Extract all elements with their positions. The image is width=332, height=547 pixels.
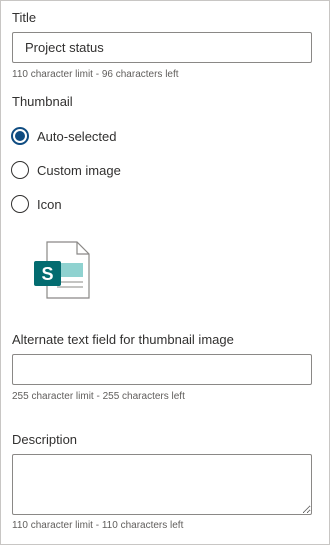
page-details-panel: Title 110 character limit - 96 character… — [0, 0, 330, 545]
alt-text-input[interactable] — [12, 354, 312, 385]
radio-auto-selected[interactable]: Auto-selected — [11, 125, 117, 147]
radio-button-checked[interactable] — [11, 127, 29, 145]
title-character-hint: 110 character limit - 96 characters left — [12, 69, 179, 80]
radio-custom-image[interactable]: Custom image — [11, 159, 121, 181]
alt-text-character-hint: 255 character limit - 255 characters lef… — [12, 391, 185, 402]
title-label: Title — [12, 10, 37, 25]
title-input[interactable] — [12, 32, 312, 63]
description-textarea[interactable] — [12, 454, 312, 515]
radio-auto-selected-label: Auto-selected — [37, 128, 117, 144]
radio-button[interactable] — [11, 195, 29, 213]
radio-custom-image-label: Custom image — [37, 162, 121, 178]
alt-text-label: Alternate text field for thumbnail image — [12, 332, 234, 347]
radio-icon-label: Icon — [37, 196, 62, 212]
sharepoint-letter: S — [41, 264, 53, 284]
description-label: Description — [12, 432, 78, 447]
sharepoint-file-icon: S — [34, 241, 90, 299]
radio-button[interactable] — [11, 161, 29, 179]
radio-selected-dot — [15, 131, 25, 141]
radio-icon[interactable]: Icon — [11, 193, 62, 215]
description-character-hint: 110 character limit - 110 characters lef… — [12, 520, 184, 531]
thumbnail-label: Thumbnail — [12, 94, 73, 109]
